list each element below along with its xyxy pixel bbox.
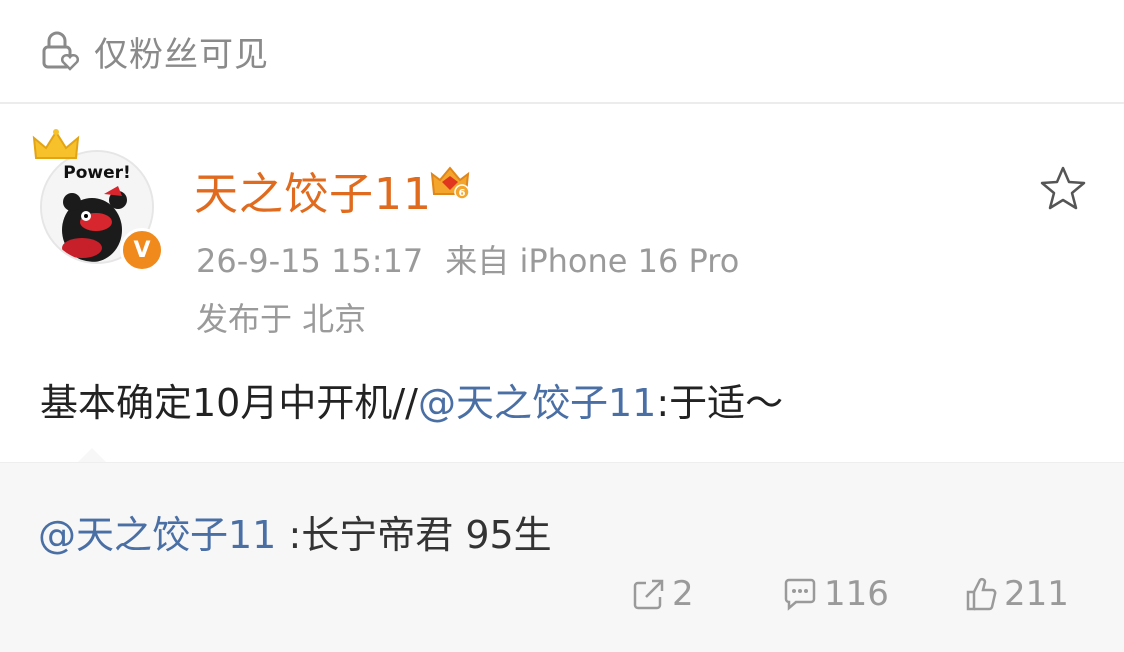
share-count: 2 (672, 574, 694, 614)
content-mention-link[interactable]: @天之饺子11 (418, 381, 656, 425)
post-meta: 26-9-15 15:17 来自 iPhone 16 Pro (196, 236, 739, 282)
share-icon (632, 577, 666, 611)
post-source: 来自 iPhone 16 Pro (445, 242, 740, 280)
avatar[interactable]: Power! V (32, 128, 172, 272)
visibility-bar: 仅粉丝可见 (0, 0, 1124, 104)
crown-icon (32, 128, 82, 172)
repost-text: @天之饺子11 :长宁帝君 95生 (38, 504, 552, 559)
repost-body: :长宁帝君 95生 (276, 513, 552, 557)
thumbs-up-icon (964, 576, 998, 612)
comment-button[interactable]: 116 (782, 574, 889, 614)
timestamp: 26-9-15 15:17 (196, 242, 424, 280)
username[interactable]: 天之饺子11 (194, 158, 432, 222)
weibo-post-screen: 仅粉丝可见 Power! V 天之饺子11 6 26-9-15 15:17 来自… (0, 0, 1124, 652)
comment-icon (782, 577, 818, 611)
content-text-after: :于适～ (656, 381, 784, 425)
repost-mention-link[interactable]: @天之饺子11 (38, 513, 276, 557)
post-location: 发布于 北京 (196, 300, 367, 338)
share-button[interactable]: 2 (632, 574, 694, 614)
visibility-label: 仅粉丝可见 (94, 34, 269, 75)
lock-heart-icon (40, 29, 84, 73)
verified-badge: V (120, 228, 164, 272)
post-content: 基本确定10月中开机//@天之饺子11:于适～ (40, 372, 783, 427)
like-count: 211 (1004, 574, 1069, 614)
content-text: 基本确定10月中开机// (40, 381, 418, 425)
repost-arrow (78, 448, 106, 462)
comment-count: 116 (824, 574, 889, 614)
action-bar: 2 116 211 (0, 574, 1124, 634)
star-outline-icon[interactable] (1038, 164, 1088, 216)
like-button[interactable]: 211 (964, 574, 1069, 614)
vip-level: 6 (459, 188, 466, 199)
vip-crown-badge-icon: 6 (428, 162, 472, 206)
